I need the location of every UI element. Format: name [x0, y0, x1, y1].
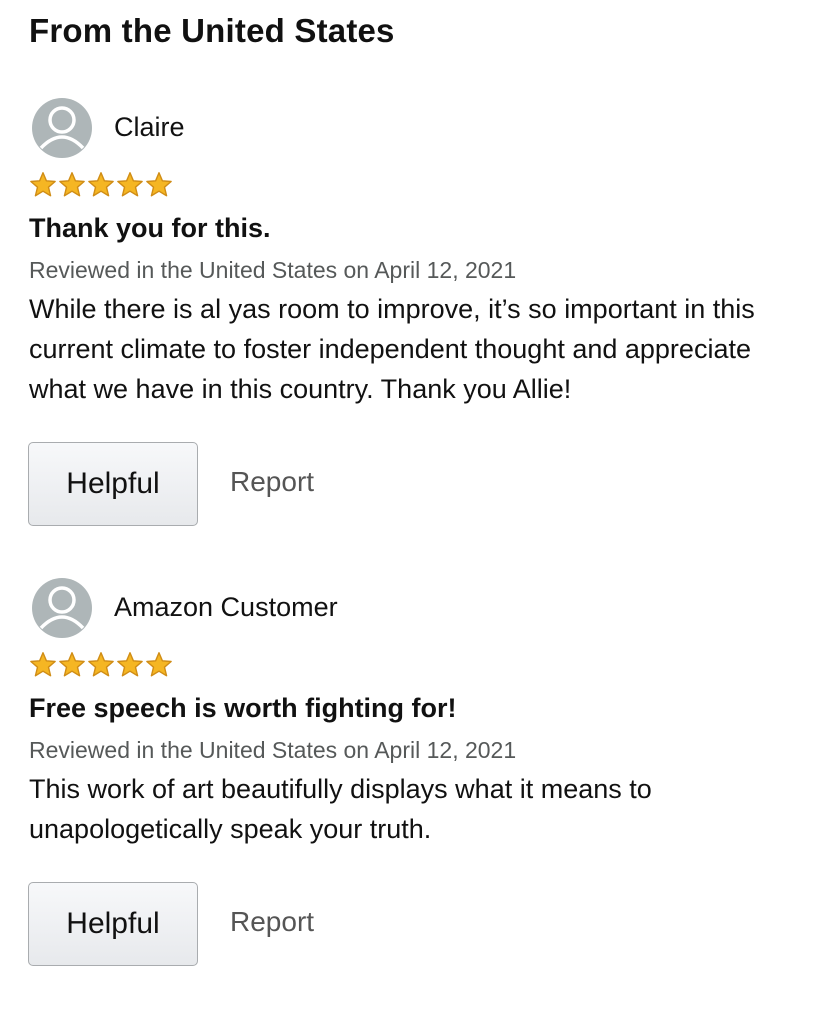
- star-icon: [88, 652, 114, 677]
- star-icon: [146, 652, 172, 677]
- review-body: This work of art beautifully displays wh…: [29, 774, 652, 844]
- star-icon: [117, 652, 143, 677]
- reviewer-name[interactable]: Amazon Customer: [114, 592, 338, 623]
- user-avatar-icon: [39, 106, 85, 150]
- report-link[interactable]: Report: [230, 466, 314, 498]
- star-rating: [29, 171, 173, 199]
- review-date: Reviewed in the United States on April 1…: [29, 737, 517, 763]
- avatar[interactable]: [32, 578, 92, 638]
- review-body: While there is al yas room to improve, i…: [29, 294, 755, 404]
- star-icon: [88, 172, 114, 197]
- helpful-button[interactable]: Helpful: [28, 882, 198, 966]
- star-rating: [29, 651, 173, 679]
- helpful-button[interactable]: Helpful: [28, 442, 198, 526]
- section-title: From the United States: [29, 12, 395, 49]
- report-link[interactable]: Report: [230, 906, 314, 938]
- review-date: Reviewed in the United States on April 1…: [29, 257, 517, 283]
- reviewer-name[interactable]: Claire: [114, 112, 185, 143]
- star-icon: [30, 172, 56, 197]
- star-icon: [117, 172, 143, 197]
- star-icon: [59, 652, 85, 677]
- star-icon: [59, 172, 85, 197]
- star-icon: [146, 172, 172, 197]
- avatar[interactable]: [32, 98, 92, 158]
- star-icon: [30, 652, 56, 677]
- review-title: Thank you for this.: [29, 213, 271, 243]
- user-avatar-icon: [39, 586, 85, 630]
- review-title: Free speech is worth fighting for!: [29, 693, 457, 723]
